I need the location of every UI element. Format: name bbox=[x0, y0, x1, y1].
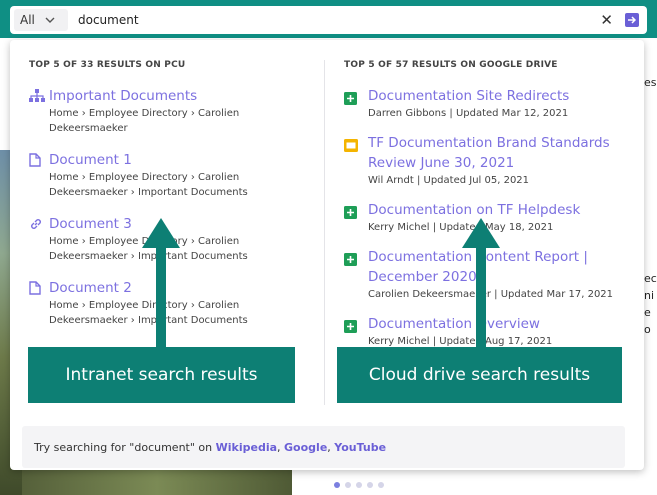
search-results-panel: TOP 5 OF 33 RESULTS ON PCU Important Doc… bbox=[10, 40, 644, 470]
chevron-down-icon bbox=[45, 17, 55, 23]
result-title[interactable]: Documentation on TF Helpdesk bbox=[368, 200, 634, 220]
result-meta: Wil Arndt | Updated Jul 05, 2021 bbox=[368, 175, 530, 186]
carousel-dots[interactable] bbox=[334, 482, 384, 488]
bg-text: ni bbox=[644, 289, 655, 302]
intranet-annotation-label: Intranet search results bbox=[28, 347, 295, 403]
intranet-result[interactable]: Important Documents Home › Employee Dire… bbox=[29, 86, 314, 136]
cloud-results-header: TOP 5 OF 57 RESULTS ON GOOGLE DRIVE bbox=[344, 60, 558, 70]
intranet-result[interactable]: Document 1 Home › Employee Directory › C… bbox=[29, 150, 314, 200]
column-divider bbox=[324, 60, 325, 405]
annotation-arrow-left bbox=[142, 218, 180, 350]
result-title[interactable]: TF Documentation Brand Standards Review … bbox=[368, 133, 634, 173]
result-meta: Darren Gibbons | Updated Mar 12, 2021 bbox=[368, 108, 569, 119]
submit-arrow-icon[interactable] bbox=[625, 13, 639, 27]
google-sheets-icon bbox=[344, 92, 357, 105]
google-link[interactable]: Google bbox=[284, 441, 327, 454]
document-icon bbox=[29, 281, 41, 295]
scope-dropdown[interactable]: All bbox=[14, 9, 68, 31]
bg-text: e bbox=[644, 306, 651, 319]
clear-icon[interactable]: ✕ bbox=[600, 12, 613, 28]
search-input[interactable]: document bbox=[78, 13, 600, 27]
google-slides-icon bbox=[344, 139, 358, 152]
result-breadcrumb: Home › Employee Directory › Carolien Dek… bbox=[49, 108, 240, 134]
link-icon bbox=[31, 219, 41, 229]
youtube-link[interactable]: YouTube bbox=[334, 441, 386, 454]
bg-text: o bbox=[644, 323, 651, 336]
bg-text: ec bbox=[644, 272, 657, 285]
bg-text: eso bbox=[644, 76, 657, 89]
search-suggestions-footer: Try searching for "document" on Wikipedi… bbox=[22, 426, 625, 468]
google-sheets-icon bbox=[344, 206, 357, 219]
search-bar: All document ✕ bbox=[10, 6, 647, 34]
google-sheets-icon bbox=[344, 320, 357, 333]
cloud-drive-annotation-label: Cloud drive search results bbox=[337, 347, 622, 403]
result-breadcrumb: Home › Employee Directory › Carolien Dek… bbox=[49, 172, 248, 198]
footer-prefix: Try searching for "document" on bbox=[34, 440, 213, 454]
wikipedia-link[interactable]: Wikipedia bbox=[216, 441, 277, 454]
result-title[interactable]: Document 1 bbox=[49, 150, 314, 170]
annotation-arrow-right bbox=[462, 218, 500, 350]
background-photo-strip bbox=[22, 470, 292, 495]
intranet-results-header: TOP 5 OF 33 RESULTS ON PCU bbox=[29, 60, 186, 70]
document-icon bbox=[29, 153, 41, 167]
result-title[interactable]: Important Documents bbox=[49, 86, 314, 106]
drive-result[interactable]: TF Documentation Brand Standards Review … bbox=[344, 133, 634, 188]
drive-result[interactable]: Documentation Site Redirects Darren Gibb… bbox=[344, 86, 634, 121]
scope-label: All bbox=[20, 13, 35, 27]
result-title[interactable]: Documentation Site Redirects bbox=[368, 86, 634, 106]
google-sheets-icon bbox=[344, 253, 357, 266]
org-chart-icon bbox=[29, 89, 45, 102]
